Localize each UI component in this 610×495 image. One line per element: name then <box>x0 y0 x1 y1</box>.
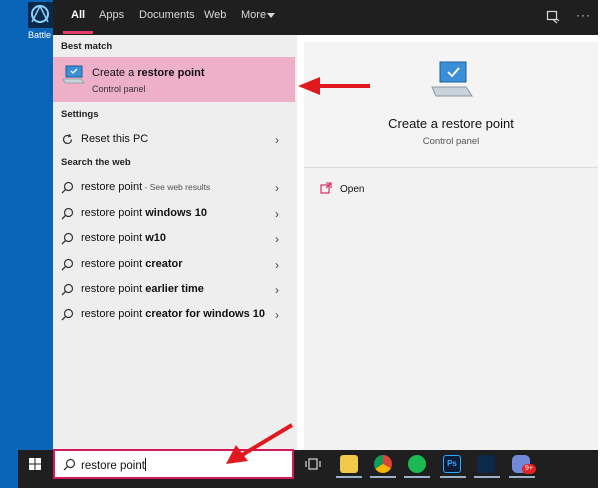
feedback-icon[interactable] <box>546 10 560 24</box>
open-action[interactable]: Open <box>340 184 364 195</box>
best-match-item[interactable] <box>53 57 295 102</box>
more-options-icon[interactable]: ··· <box>576 8 591 22</box>
file-explorer-icon[interactable] <box>340 455 358 473</box>
page-margin <box>0 488 610 495</box>
desktop-shortcut-label: Battle <box>28 30 52 40</box>
search-icon <box>63 458 76 471</box>
tab-documents[interactable]: Documents <box>139 9 195 25</box>
search-icon <box>61 308 74 321</box>
chevron-down-icon <box>267 13 275 18</box>
search-web-header: Search the web <box>61 157 131 168</box>
chrome-icon[interactable] <box>374 455 392 473</box>
annotation-arrow-search-box <box>222 421 296 468</box>
web-result-label: restore point earlier time <box>81 283 204 295</box>
web-result-item[interactable]: restore point w10 › <box>53 226 297 250</box>
photoshop-icon[interactable]: Ps <box>443 455 461 473</box>
chevron-right-icon[interactable]: › <box>275 181 279 195</box>
running-indicator <box>404 476 430 478</box>
best-match-header: Best match <box>61 41 113 52</box>
tab-web[interactable]: Web <box>204 9 226 25</box>
chevron-right-icon[interactable]: › <box>275 283 279 297</box>
chevron-right-icon[interactable]: › <box>275 308 279 322</box>
settings-item-reset-pc[interactable]: Reset this PC › <box>53 127 297 151</box>
web-result-item[interactable]: restore point - See web results › <box>53 175 297 199</box>
search-input[interactable]: restore point <box>81 458 146 472</box>
reset-icon <box>61 133 74 146</box>
tab-apps[interactable]: Apps <box>99 9 124 25</box>
page-margin <box>598 0 610 495</box>
web-result-label: restore point creator <box>81 258 183 270</box>
notification-badge: 9+ <box>522 464 536 474</box>
chevron-right-icon[interactable]: › <box>275 232 279 246</box>
computer-shield-icon <box>61 64 85 86</box>
search-icon <box>61 232 74 245</box>
battlenet-desktop-icon[interactable] <box>28 2 53 28</box>
tab-more[interactable]: More <box>241 9 266 25</box>
web-result-item[interactable]: restore point windows 10 › <box>53 201 297 225</box>
chevron-right-icon[interactable]: › <box>275 207 279 221</box>
running-indicator <box>474 476 500 478</box>
running-indicator <box>370 476 396 478</box>
settings-item-label: Reset this PC <box>81 133 149 145</box>
web-result-label: restore point w10 <box>81 232 166 244</box>
chevron-right-icon[interactable]: › <box>275 133 279 147</box>
search-filter-bar <box>53 0 598 35</box>
best-match-title: Create a restore point <box>92 67 205 79</box>
web-result-item[interactable]: restore point creator for windows 10 › <box>53 302 297 326</box>
web-result-item[interactable]: restore point creator › <box>53 252 297 276</box>
windows-start-icon[interactable] <box>29 458 41 470</box>
spotify-icon[interactable] <box>408 455 426 473</box>
running-indicator <box>509 476 535 478</box>
best-match-subtitle: Control panel <box>92 84 146 94</box>
search-icon <box>61 181 74 194</box>
web-result-label: restore point windows 10 <box>81 207 207 219</box>
web-result-label: restore point - See web results <box>81 181 211 193</box>
computer-shield-icon <box>428 60 474 102</box>
annotation-arrow-best-match <box>296 74 372 101</box>
active-tab-indicator <box>63 31 93 34</box>
battlenet-icon[interactable] <box>477 455 495 473</box>
search-icon <box>61 283 74 296</box>
web-result-item[interactable]: restore point earlier time › <box>53 277 297 301</box>
web-result-label: restore point creator for windows 10 <box>81 308 266 320</box>
chevron-right-icon[interactable]: › <box>275 258 279 272</box>
preview-subtitle: Control panel <box>422 136 480 147</box>
settings-header: Settings <box>61 109 99 120</box>
task-view-icon[interactable] <box>304 455 322 473</box>
open-icon[interactable] <box>320 182 332 194</box>
desktop-background <box>0 0 53 495</box>
running-indicator <box>440 476 466 478</box>
preview-title: Create a restore point <box>388 116 514 131</box>
search-icon <box>61 258 74 271</box>
tab-all[interactable]: All <box>71 9 85 25</box>
running-indicator <box>336 476 362 478</box>
search-icon <box>61 207 74 220</box>
